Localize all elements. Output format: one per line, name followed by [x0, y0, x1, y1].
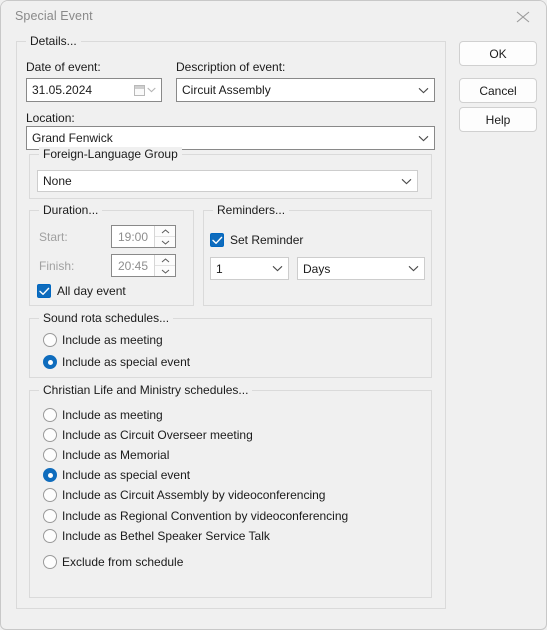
start-label: Start: [39, 230, 68, 244]
christian-life-group-legend: Christian Life and Ministry schedules... [39, 383, 253, 397]
set-reminder-checkbox[interactable]: Set Reminder [210, 233, 303, 247]
start-time-spin-arrows[interactable] [154, 226, 175, 247]
radio-selected-icon [43, 468, 57, 482]
christian-life-option-5[interactable]: Include as Regional Convention by videoc… [43, 509, 348, 523]
description-of-event-combo[interactable]: Circuit Assembly [176, 78, 435, 102]
description-chevron[interactable] [412, 79, 434, 101]
chevron-up-icon [161, 228, 169, 233]
radio-unselected-icon [43, 529, 57, 543]
reminder-unit-value: Days [303, 261, 331, 276]
chevron-down-icon [401, 178, 411, 184]
reminders-group-legend: Reminders... [213, 203, 290, 217]
check-icon [39, 287, 50, 295]
foreign-language-value: None [43, 174, 72, 188]
sound-rota-option-1[interactable]: Include as special event [43, 355, 190, 369]
finish-time-stepper[interactable]: 20:45 [111, 254, 176, 277]
reminder-amount-chevron[interactable] [266, 258, 288, 279]
christian-life-option-7-label: Exclude from schedule [62, 555, 184, 569]
check-icon [212, 236, 223, 244]
location-chevron[interactable] [412, 127, 434, 149]
radio-unselected-icon [43, 448, 57, 462]
chevron-down-icon [418, 87, 428, 93]
chevron-up-icon [161, 257, 169, 262]
christian-life-option-3-label: Include as special event [62, 468, 191, 482]
cancel-button[interactable]: Cancel [459, 78, 537, 103]
finish-time-up-arrow[interactable] [155, 255, 175, 266]
christian-life-option-7[interactable]: Exclude from schedule [43, 555, 183, 569]
sound-rota-option-0-label: Include as meeting [62, 333, 163, 347]
close-icon [516, 11, 530, 23]
reminder-unit-combo[interactable]: Days [297, 257, 425, 280]
location-label: Location: [26, 111, 75, 125]
radio-unselected-icon [43, 509, 57, 523]
date-of-event-label: Date of event: [26, 60, 101, 74]
christian-life-option-5-label: Include as Regional Convention by videoc… [62, 509, 349, 523]
calendar-icon [134, 84, 145, 96]
date-picker-button[interactable] [129, 79, 161, 101]
ok-button[interactable]: OK [459, 41, 537, 66]
all-day-event-checkbox[interactable]: All day event [37, 284, 126, 298]
description-of-event-value: Circuit Assembly [182, 83, 271, 97]
date-of-event-field[interactable]: 31.05.2024 [26, 78, 162, 102]
description-of-event-label: Description of event: [176, 60, 286, 74]
christian-life-option-2[interactable]: Include as Memorial [43, 448, 169, 462]
start-time-up-arrow[interactable] [155, 226, 175, 237]
chevron-down-icon [272, 265, 282, 272]
duration-group-legend: Duration... [39, 203, 103, 217]
christian-life-option-1[interactable]: Include as Circuit Overseer meeting [43, 428, 253, 442]
all-day-event-label: All day event [57, 284, 126, 298]
sound-rota-option-0[interactable]: Include as meeting [43, 333, 163, 347]
foreign-language-combo[interactable]: None [37, 170, 418, 192]
christian-life-option-1-label: Include as Circuit Overseer meeting [62, 428, 253, 442]
finish-label: Finish: [39, 259, 75, 273]
reminder-amount-combo[interactable]: 1 [210, 257, 289, 280]
checkbox-checked-icon [37, 284, 51, 298]
christian-life-option-6[interactable]: Include as Bethel Speaker Service Talk [43, 529, 270, 543]
radio-selected-icon [43, 355, 57, 369]
foreign-language-chevron[interactable] [395, 171, 417, 191]
chevron-down-icon [418, 135, 428, 141]
set-reminder-label: Set Reminder [230, 233, 304, 247]
date-of-event-value: 31.05.2024 [32, 83, 93, 97]
radio-unselected-icon [43, 408, 57, 422]
radio-unselected-icon [43, 488, 57, 502]
chevron-down-icon [161, 240, 169, 245]
chevron-down-icon [147, 87, 156, 93]
radio-unselected-icon [43, 428, 57, 442]
details-group-legend: Details... [26, 34, 81, 48]
sound-rota-group: Sound rota schedules... [29, 311, 432, 378]
finish-time-value: 20:45 [118, 258, 149, 273]
help-button[interactable]: Help [459, 107, 537, 132]
christian-life-option-3[interactable]: Include as special event [43, 468, 190, 482]
christian-life-option-4-label: Include as Circuit Assembly by videoconf… [62, 488, 326, 502]
start-time-down-arrow[interactable] [155, 237, 175, 247]
checkbox-checked-icon [210, 233, 224, 247]
christian-life-option-2-label: Include as Memorial [62, 448, 170, 462]
reminder-unit-chevron[interactable] [402, 258, 424, 279]
christian-life-option-4[interactable]: Include as Circuit Assembly by videoconf… [43, 488, 325, 502]
christian-life-option-0[interactable]: Include as meeting [43, 408, 163, 422]
close-button[interactable] [500, 1, 546, 32]
start-time-value: 19:00 [118, 229, 149, 244]
reminder-amount-value: 1 [216, 261, 223, 276]
christian-life-option-0-label: Include as meeting [62, 408, 163, 422]
title-bar: Special Event [1, 1, 546, 32]
foreign-language-group-legend: Foreign-Language Group [39, 147, 182, 161]
sound-rota-option-1-label: Include as special event [62, 355, 191, 369]
finish-time-spin-arrows[interactable] [154, 255, 175, 276]
start-time-stepper[interactable]: 19:00 [111, 225, 176, 248]
sound-rota-group-legend: Sound rota schedules... [39, 311, 174, 325]
radio-unselected-icon [43, 555, 57, 569]
location-value: Grand Fenwick [32, 131, 113, 145]
chevron-down-icon [408, 265, 418, 272]
window-title: Special Event [15, 9, 93, 23]
radio-unselected-icon [43, 333, 57, 347]
christian-life-option-6-label: Include as Bethel Speaker Service Talk [62, 529, 270, 543]
chevron-down-icon [161, 269, 169, 274]
finish-time-down-arrow[interactable] [155, 266, 175, 276]
dialog-window: Special Event OK Cancel Help Details... … [0, 0, 547, 630]
